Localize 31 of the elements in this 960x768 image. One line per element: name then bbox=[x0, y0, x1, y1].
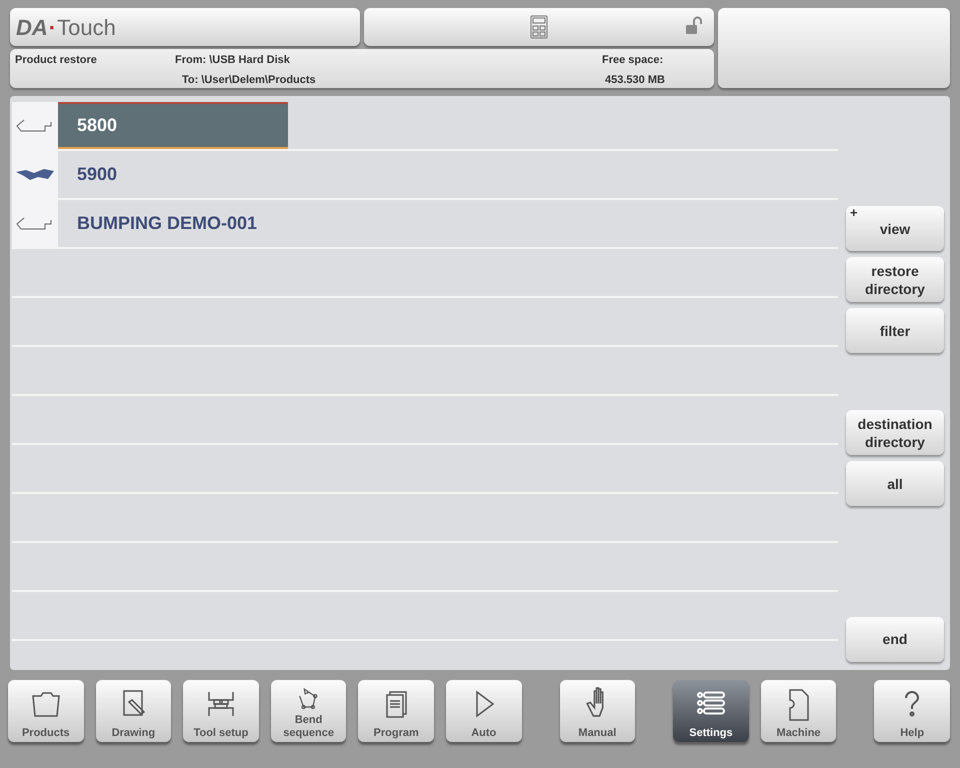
unlocked-padlock-icon[interactable] bbox=[684, 16, 704, 36]
free-space-value: 453.530 MB bbox=[605, 73, 665, 88]
nav-button[interactable]: Bend sequence bbox=[270, 680, 346, 742]
side-menu-button[interactable]: all bbox=[846, 461, 944, 506]
screen-title: Product restore bbox=[15, 53, 97, 68]
product-list-item[interactable]: 5800 bbox=[58, 102, 288, 149]
calculator-icon[interactable] bbox=[530, 15, 548, 39]
nav-button[interactable]: Drawing bbox=[96, 680, 172, 742]
source-path: From: \USB Hard Disk bbox=[175, 53, 290, 68]
nav-button[interactable]: Machine bbox=[760, 680, 836, 742]
nav-button[interactable]: Help bbox=[874, 680, 950, 742]
logo-bold-text: DA bbox=[16, 14, 48, 42]
logo-dot: · bbox=[48, 14, 56, 42]
side-menu-button[interactable]: restore directory bbox=[846, 257, 944, 302]
nav-button[interactable]: Tool setup bbox=[183, 680, 259, 742]
nav-button[interactable]: Products bbox=[8, 680, 84, 742]
free-space-label: Free space: bbox=[602, 53, 664, 68]
destination-path: To: \User\Delem\Products bbox=[182, 73, 316, 88]
nav-button[interactable]: Program bbox=[358, 680, 434, 742]
end-button[interactable]: end bbox=[846, 617, 944, 662]
product-list-item[interactable]: BUMPING DEMO-001 bbox=[58, 200, 838, 247]
expand-marker: + bbox=[850, 206, 858, 220]
nav-button[interactable]: Manual bbox=[560, 680, 636, 742]
side-menu-button[interactable]: destination directory bbox=[846, 410, 944, 455]
side-menu-button[interactable]: filter bbox=[846, 308, 944, 353]
product-list-item[interactable]: 5900 bbox=[58, 151, 838, 198]
bent-part-icon bbox=[15, 168, 55, 182]
side-menu-button[interactable]: + view bbox=[846, 206, 944, 251]
logo-light-text: Touch bbox=[57, 14, 116, 42]
nav-button[interactable]: Auto bbox=[446, 680, 522, 742]
nav-button[interactable]: Settings bbox=[673, 680, 749, 742]
